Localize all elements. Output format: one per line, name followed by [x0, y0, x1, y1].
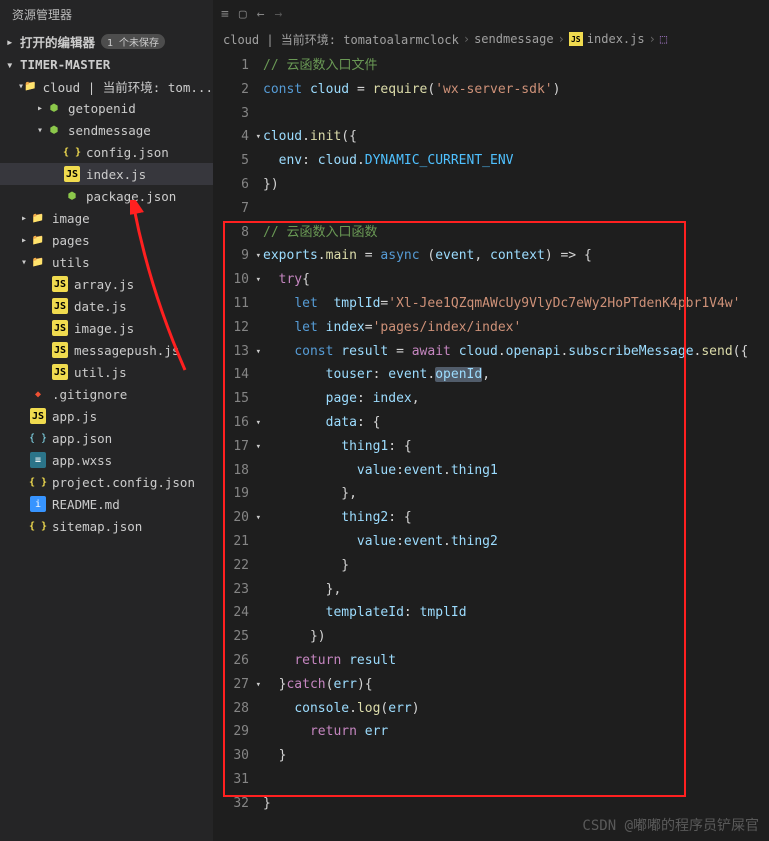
tree-item[interactable]: JSimage.js	[0, 317, 213, 339]
open-editors-section[interactable]: ▸ 打开的编辑器 1 个未保存	[0, 29, 213, 54]
open-editors-label: 打开的编辑器	[20, 32, 95, 51]
tree-label: config.json	[86, 145, 169, 160]
tree-item[interactable]: JSapp.js	[0, 405, 213, 427]
line-gutter: 123▾45678▾9▾101112▾131415▾16▾171819▾2021…	[213, 50, 263, 841]
tree-label: app.js	[52, 409, 97, 424]
tree-item[interactable]: JSmessagepush.js	[0, 339, 213, 361]
breadcrumbs[interactable]: cloud | 当前环境: tomatoalarmclock › sendmes…	[213, 28, 769, 50]
tree-item[interactable]: JSdate.js	[0, 295, 213, 317]
tree-item[interactable]: ▾📁cloud | 当前环境: tom...	[0, 75, 213, 97]
tree-label: image.js	[74, 321, 134, 336]
code-editor[interactable]: 123▾45678▾9▾101112▾131415▾16▾171819▾2021…	[213, 50, 769, 841]
crumb-0[interactable]: cloud | 当前环境: tomatoalarmclock	[223, 31, 459, 48]
tree-label: cloud | 当前环境: tom...	[43, 77, 213, 96]
chevron-right-icon: ›	[649, 32, 656, 46]
tree-item[interactable]: ▸📁image	[0, 207, 213, 229]
tree-item[interactable]: ▾⬢sendmessage	[0, 119, 213, 141]
tree-label: app.json	[52, 431, 112, 446]
project-label: TIMER-MASTER	[20, 57, 110, 72]
tree-label: .gitignore	[52, 387, 127, 402]
tree-label: getopenid	[68, 101, 136, 116]
chevron-right-icon: ›	[463, 32, 470, 46]
project-section[interactable]: ▾ TIMER-MASTER	[0, 54, 213, 75]
tree-label: index.js	[86, 167, 146, 182]
chevron-icon: ▸	[18, 213, 30, 224]
tree-item[interactable]: { }project.config.json	[0, 471, 213, 493]
editor-toolbar: ≡ ▢ ← →	[213, 0, 769, 28]
crumb-1[interactable]: sendmessage	[474, 32, 553, 46]
chevron-icon: ▸	[34, 103, 46, 114]
tree-item[interactable]: { }app.json	[0, 427, 213, 449]
tree-label: messagepush.js	[74, 343, 179, 358]
tree-item[interactable]: ▸📁pages	[0, 229, 213, 251]
tree-item[interactable]: { }sitemap.json	[0, 515, 213, 537]
tree-label: array.js	[74, 277, 134, 292]
tree-label: date.js	[74, 299, 127, 314]
nav-forward-icon[interactable]: →	[274, 7, 282, 22]
crumb-2[interactable]: index.js	[587, 32, 645, 46]
tree-item[interactable]: iREADME.md	[0, 493, 213, 515]
sidebar: 资源管理器 ▸ 打开的编辑器 1 个未保存 ▾ TIMER-MASTER ▾📁c…	[0, 0, 213, 841]
chevron-icon: ▾	[34, 125, 46, 136]
tree-item[interactable]: { }config.json	[0, 141, 213, 163]
tree-item[interactable]: ≡app.wxss	[0, 449, 213, 471]
menu-icon[interactable]: ≡	[221, 7, 229, 22]
tree-label: image	[52, 211, 90, 226]
tree-item[interactable]: ⬢package.json	[0, 185, 213, 207]
tree-item[interactable]: ◆.gitignore	[0, 383, 213, 405]
tree-item[interactable]: JSutil.js	[0, 361, 213, 383]
editor-area: ≡ ▢ ← → cloud | 当前环境: tomatoalarmclock ›…	[213, 0, 769, 841]
tree-item[interactable]: JSarray.js	[0, 273, 213, 295]
tree-item[interactable]: ▸⬢getopenid	[0, 97, 213, 119]
chevron-right-icon: ›	[558, 32, 565, 46]
tree-label: utils	[52, 255, 90, 270]
watermark: CSDN @嘟嘟的程序员铲屎官	[582, 815, 759, 835]
tree-item[interactable]: ▾📁utils	[0, 251, 213, 273]
symbol-icon[interactable]: ⬚	[660, 32, 667, 46]
tree-label: project.config.json	[52, 475, 195, 490]
tree-label: sitemap.json	[52, 519, 142, 534]
tree-label: README.md	[52, 497, 120, 512]
bookmark-icon[interactable]: ▢	[239, 7, 247, 22]
tree-label: util.js	[74, 365, 127, 380]
js-file-icon: JS	[569, 32, 583, 46]
chevron-icon: ▾	[18, 257, 30, 268]
tree-label: sendmessage	[68, 123, 151, 138]
nav-back-icon[interactable]: ←	[257, 7, 265, 22]
explorer-title: 资源管理器	[0, 0, 213, 29]
tree-item[interactable]: JSindex.js	[0, 163, 213, 185]
tree-label: package.json	[86, 189, 176, 204]
code-content[interactable]: // 云函数入口文件const cloud = require('wx-serv…	[263, 50, 769, 841]
tree-label: pages	[52, 233, 90, 248]
unsaved-badge: 1 个未保存	[101, 34, 165, 49]
chevron-right-icon: ▸	[6, 34, 20, 49]
file-tree: ▾📁cloud | 当前环境: tom...▸⬢getopenid▾⬢sendm…	[0, 75, 213, 841]
tree-label: app.wxss	[52, 453, 112, 468]
chevron-down-icon: ▾	[6, 57, 20, 72]
chevron-icon: ▸	[18, 235, 30, 246]
